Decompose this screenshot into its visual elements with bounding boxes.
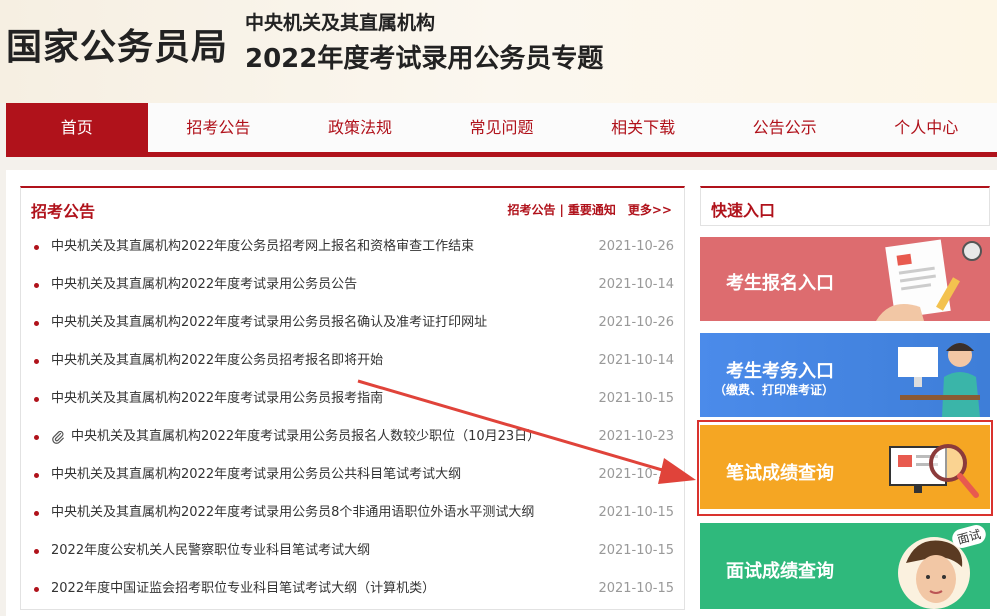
news-title[interactable]: 中央机关及其直属机构2022年度考试录用公务员报名人数较少职位（10月23日） — [71, 418, 540, 456]
news-date: 2021-10-15 — [598, 467, 674, 482]
registration-entry-label: 考生报名入口 — [726, 273, 834, 294]
registration-entry-button[interactable]: 考生报名入口 — [700, 237, 990, 321]
page-header: 国家公务员局 中央机关及其直属机构 2022年度考试录用公务员专题 — [0, 0, 997, 103]
bullet-icon — [34, 435, 39, 440]
highlight-border — [697, 420, 993, 516]
bullet-icon — [34, 397, 39, 402]
header-subtitle-topic: 2022年度考试录用公务员专题 — [245, 44, 604, 74]
interview-results-label: 面试成绩查询 — [726, 561, 834, 582]
news-title[interactable]: 中央机关及其直属机构2022年度公务员招考报名即将开始 — [51, 342, 383, 380]
news-title[interactable]: 中央机关及其直属机构2022年度公务员招考网上报名和资格审查工作结束 — [51, 228, 474, 266]
news-title[interactable]: 中央机关及其直属机构2022年度考试录用公务员公告 — [51, 266, 357, 304]
bullet-icon — [34, 321, 39, 326]
announcements-panel: 招考公告 招考公告 | 重要通知 更多>> 中央机关及其直属机构2022年度公务员招考… — [20, 186, 685, 610]
bullet-icon — [34, 549, 39, 554]
exam-affairs-entry-label: 考生考务入口 — [726, 361, 834, 382]
list-item[interactable]: 中央机关及其直属机构2022年度考试录用公务员公告 2021-10-14 — [21, 266, 684, 304]
site-logo[interactable]: 国家公务员局 — [6, 18, 228, 70]
list-item[interactable]: 中央机关及其直属机构2022年度考试录用公务员公共科目笔试考试大纲 2021-1… — [21, 456, 684, 494]
link-recruitment-notices[interactable]: 招考公告 — [507, 203, 555, 217]
news-date: 2021-10-15 — [598, 505, 674, 520]
nav-underline — [6, 152, 997, 157]
quick-entry-title: 快速入口 — [711, 201, 776, 220]
news-title[interactable]: 中央机关及其直属机构2022年度考试录用公务员公共科目笔试考试大纲 — [51, 456, 461, 494]
announcements-title: 招考公告 — [31, 202, 96, 221]
announcements-links: 招考公告 | 重要通知 更多>> — [507, 201, 672, 218]
list-item[interactable]: 2022年度公安机关人民警察职位专业科目笔试考试大纲 2021-10-15 — [21, 532, 684, 570]
bullet-icon — [34, 359, 39, 364]
news-title[interactable]: 中央机关及其直属机构2022年度考试录用公务员报名确认及准考证打印网址 — [51, 304, 487, 342]
nav-recruitment-notices[interactable]: 招考公告 — [148, 103, 290, 152]
nav-home[interactable]: 首页 — [6, 103, 148, 152]
news-date: 2021-10-14 — [598, 277, 674, 292]
list-item[interactable]: 2022年度中国证监会招考职位专业科目笔试考试大纲（计算机类） 2021-10-… — [21, 570, 684, 608]
list-item[interactable]: 中央机关及其直属机构2022年度公务员招考报名即将开始 2021-10-14 — [21, 342, 684, 380]
news-date: 2021-10-15 — [598, 581, 674, 596]
news-date: 2021-10-26 — [598, 315, 674, 330]
list-item[interactable]: 中央机关及其直属机构2022年度考试录用公务员报名确认及准考证打印网址 2021… — [21, 304, 684, 342]
bullet-icon — [34, 511, 39, 516]
news-title[interactable]: 中央机关及其直属机构2022年度考试录用公务员8个非通用语职位外语水平测试大纲 — [51, 494, 534, 532]
list-item[interactable]: 中央机关及其直属机构2022年度考试录用公务员报名人数较少职位（10月23日） … — [21, 418, 684, 456]
news-date: 2021-10-15 — [598, 543, 674, 558]
bullet-icon — [34, 473, 39, 478]
bullet-icon — [34, 245, 39, 250]
news-date: 2021-10-23 — [598, 429, 674, 444]
paperclip-icon — [52, 430, 64, 444]
list-item[interactable]: 中央机关及其直属机构2022年度考试录用公务员8个非通用语职位外语水平测试大纲 … — [21, 494, 684, 532]
main-nav: 首页 招考公告 政策法规 常见问题 相关下载 公告公示 个人中心 — [6, 103, 997, 152]
news-title[interactable]: 2022年度中国证监会招考职位专业科目笔试考试大纲（计算机类） — [51, 570, 435, 608]
interview-results-button[interactable]: 面试成绩查询 面试 — [700, 523, 990, 609]
nav-faq[interactable]: 常见问题 — [431, 103, 573, 152]
news-list: 中央机关及其直属机构2022年度公务员招考网上报名和资格审查工作结束 2021-… — [21, 228, 684, 608]
news-date: 2021-10-15 — [598, 391, 674, 406]
list-item[interactable]: 中央机关及其直属机构2022年度考试录用公务员报考指南 2021-10-15 — [21, 380, 684, 418]
list-item[interactable]: 中央机关及其直属机构2022年度公务员招考网上报名和资格审查工作结束 2021-… — [21, 228, 684, 266]
exam-affairs-entry-sublabel: （缴费、打印准考证） — [714, 383, 835, 397]
nav-public-notices[interactable]: 公告公示 — [714, 103, 856, 152]
nav-downloads[interactable]: 相关下载 — [572, 103, 714, 152]
bullet-icon — [34, 283, 39, 288]
news-title[interactable]: 2022年度公安机关人民警察职位专业科目笔试考试大纲 — [51, 532, 370, 570]
header-subtitle-org: 中央机关及其直属机构 — [245, 12, 436, 34]
person-at-computer-icon — [898, 343, 980, 417]
news-date: 2021-10-26 — [598, 239, 674, 254]
more-link[interactable]: 更多>> — [628, 203, 672, 217]
nav-policies[interactable]: 政策法规 — [289, 103, 431, 152]
application-form-icon — [876, 239, 982, 321]
quick-entry-header: 快速入口 — [700, 186, 990, 226]
news-title[interactable]: 中央机关及其直属机构2022年度考试录用公务员报考指南 — [51, 380, 383, 418]
news-date: 2021-10-14 — [598, 353, 674, 368]
link-separator: | — [559, 203, 564, 217]
bullet-icon — [34, 587, 39, 592]
exam-affairs-entry-button[interactable]: 考生考务入口 （缴费、打印准考证） — [700, 333, 990, 417]
link-important-notices[interactable]: 重要通知 — [568, 203, 616, 217]
nav-personal-center[interactable]: 个人中心 — [855, 103, 997, 152]
